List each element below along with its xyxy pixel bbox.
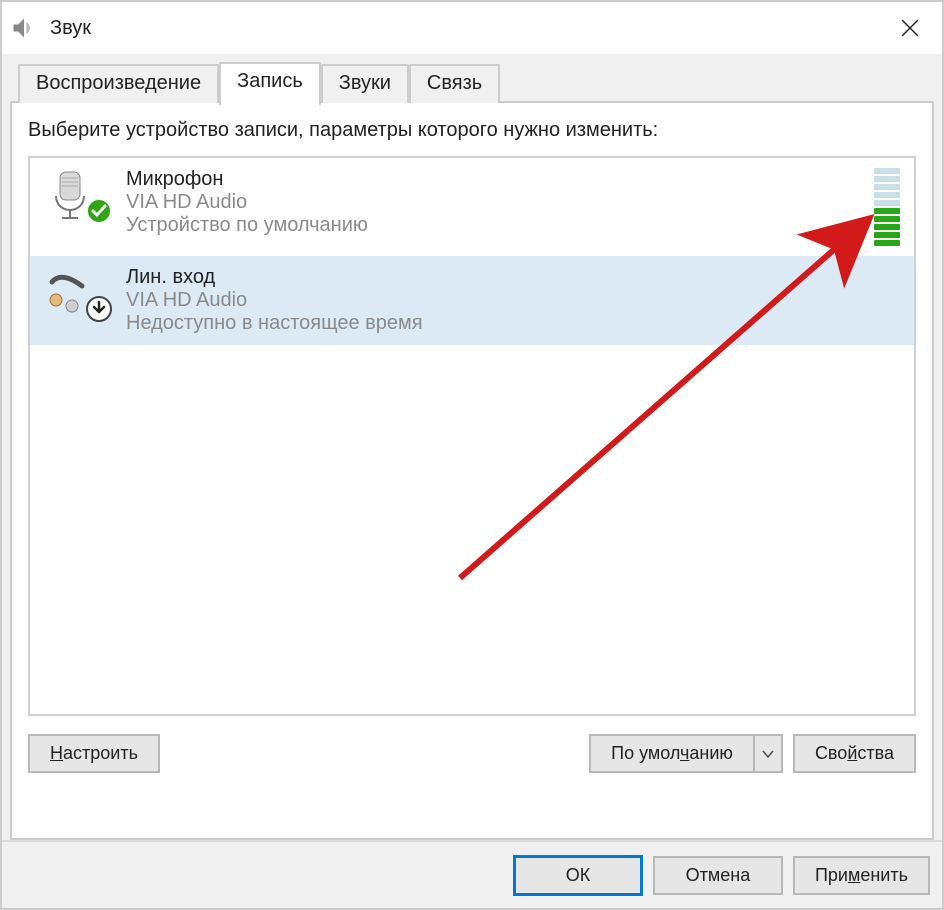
device-list[interactable]: Микрофон VIA HD Audio Устройство по умол… [28,156,916,716]
linein-icon [42,264,114,320]
tab-panel: Выберите устройство записи, параметры ко… [10,101,934,840]
device-driver: VIA HD Audio [126,191,874,214]
chevron-down-icon [762,748,774,760]
panel-buttons: Настроить По умолчанию Свойства [28,734,916,773]
device-item-microphone[interactable]: Микрофон VIA HD Audio Устройство по умол… [30,158,914,256]
set-default-dropdown[interactable] [755,734,783,773]
default-badge-icon [86,198,112,224]
down-badge-icon [86,296,112,322]
close-icon [901,19,919,37]
sound-dialog: Звук Воспроизведение Запись Звуки Связь … [0,0,944,910]
content-area: Воспроизведение Запись Звуки Связь Выбер… [2,54,942,840]
vu-meter [874,168,900,246]
configure-button[interactable]: Настроить [28,734,160,773]
device-driver: VIA HD Audio [126,289,902,312]
tabstrip: Воспроизведение Запись Звуки Связь [10,60,934,103]
properties-button[interactable]: Свойства [793,734,916,773]
set-default-button[interactable]: По умолчанию [589,734,783,773]
window-title: Звук [50,17,886,40]
instruction-text: Выберите устройство записи, параметры ко… [28,119,916,142]
ok-button[interactable]: ОК [513,855,643,896]
device-name: Лин. вход [126,266,902,289]
device-item-linein[interactable]: Лин. вход VIA HD Audio Недоступно в наст… [30,256,914,345]
tab-communications[interactable]: Связь [409,64,500,103]
device-status: Недоступно в настоящее время [126,312,902,335]
speaker-icon [10,14,38,42]
device-status: Устройство по умолчанию [126,214,874,237]
close-button[interactable] [886,10,934,46]
cancel-button[interactable]: Отмена [653,856,783,895]
device-text: Микрофон VIA HD Audio Устройство по умол… [126,166,874,237]
device-text: Лин. вход VIA HD Audio Недоступно в наст… [126,264,902,335]
apply-button[interactable]: Применить [793,856,930,895]
tab-recording[interactable]: Запись [219,62,321,105]
device-name: Микрофон [126,168,874,191]
titlebar: Звук [2,2,942,54]
tab-sounds[interactable]: Звуки [321,64,409,103]
tab-playback[interactable]: Воспроизведение [18,64,219,103]
microphone-icon [42,166,114,222]
dialog-footer: ОК Отмена Применить [2,840,942,908]
